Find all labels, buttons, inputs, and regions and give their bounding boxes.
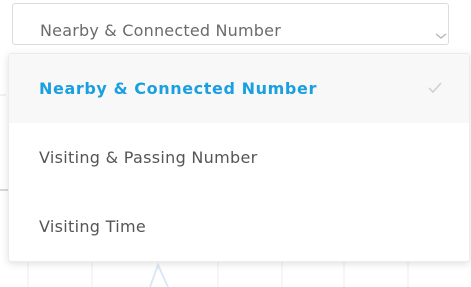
menu-item-label: Visiting & Passing Number <box>39 148 258 167</box>
menu-item-label: Nearby & Connected Number <box>39 79 317 98</box>
metric-dropdown-menu: Nearby & Connected Number Visiting & Pas… <box>8 53 470 262</box>
metric-select-value: Nearby & Connected Number <box>40 21 281 40</box>
menu-item-visiting-passing-number[interactable]: Visiting & Passing Number <box>9 123 469 192</box>
menu-item-visiting-time[interactable]: Visiting Time <box>9 192 469 261</box>
chevron-down-icon[interactable] <box>434 31 448 41</box>
menu-item-label: Visiting Time <box>39 217 146 236</box>
check-icon <box>428 82 442 94</box>
metric-select[interactable]: Nearby & Connected Number <box>12 3 449 45</box>
menu-item-nearby-connected-number[interactable]: Nearby & Connected Number <box>9 54 469 123</box>
